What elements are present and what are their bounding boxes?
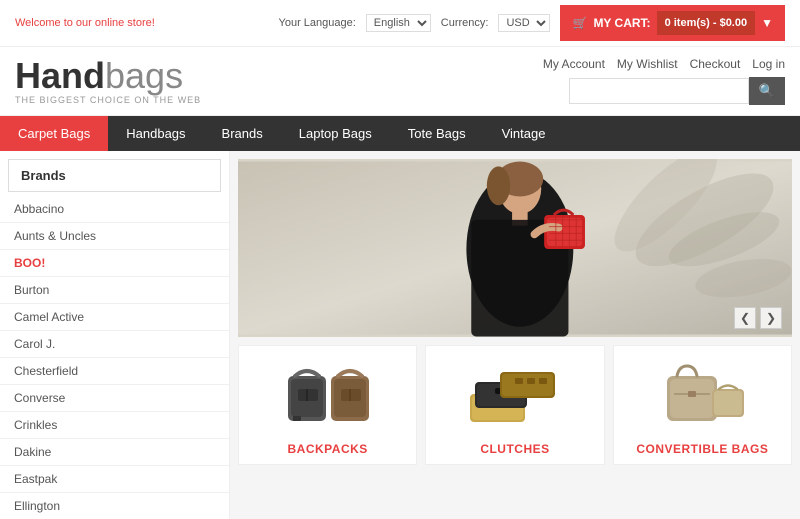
search-button[interactable]: 🔍: [749, 77, 785, 105]
search-input[interactable]: [569, 78, 749, 104]
my-wishlist-link[interactable]: My Wishlist: [617, 57, 678, 71]
cart-button[interactable]: 🛒 MY CART: 0 item(s) - $0.00 ▼: [560, 5, 785, 41]
login-link[interactable]: Log in: [752, 57, 785, 71]
banner-prev-arrow[interactable]: ❮: [734, 307, 756, 329]
sidebar-item-ellington[interactable]: Ellington: [0, 493, 229, 519]
banner-next-arrow[interactable]: ❯: [760, 307, 782, 329]
nav-item-carpet-bags[interactable]: Carpet Bags: [0, 116, 108, 151]
cart-items-count: 0 item(s) - $0.00: [657, 11, 756, 35]
top-bar: Welcome to our online store! Your Langua…: [0, 0, 800, 47]
product-card-clutches[interactable]: CLUTCHES: [425, 345, 604, 465]
cart-label: MY CART:: [593, 16, 650, 30]
checkout-link[interactable]: Checkout: [690, 57, 741, 71]
sidebar-item-eastpak[interactable]: Eastpak: [0, 466, 229, 493]
nav-item-brands[interactable]: Brands: [204, 116, 281, 151]
sidebar-item-chesterfield[interactable]: Chesterfield: [0, 358, 229, 385]
nav-item-vintage[interactable]: Vintage: [484, 116, 564, 151]
sidebar-title: Brands: [8, 159, 221, 192]
main-content: Brands Abbacino Aunts & Uncles BOO! Burt…: [0, 151, 800, 519]
header-links: My Account My Wishlist Checkout Log in: [543, 57, 785, 71]
cart-icon: 🛒: [572, 16, 587, 30]
logo-tagline: THE BIGGEST CHOICE ON THE WEB: [15, 96, 201, 105]
product-grid: BACKPACKS: [238, 345, 792, 465]
logo-bags: bags: [105, 55, 183, 96]
sidebar-item-crinkles[interactable]: Crinkles: [0, 412, 229, 439]
welcome-text: Welcome to our online store!: [15, 17, 155, 29]
search-bar: 🔍: [569, 77, 785, 105]
product-card-convertible[interactable]: CONVERTIBLE BAGS: [613, 345, 792, 465]
banner-arrows: ❮ ❯: [734, 307, 782, 329]
sidebar-item-carol[interactable]: Carol J.: [0, 331, 229, 358]
main-nav: Carpet Bags Handbags Brands Laptop Bags …: [0, 116, 800, 151]
sidebar-item-dakine[interactable]: Dakine: [0, 439, 229, 466]
language-select[interactable]: English: [366, 14, 431, 32]
clutches-image: [434, 356, 595, 436]
logo: Handbags THE BIGGEST CHOICE ON THE WEB: [15, 58, 201, 105]
convertible-label: CONVERTIBLE BAGS: [636, 442, 768, 456]
logo-hand: Hand: [15, 55, 105, 96]
currency-select[interactable]: USD: [498, 14, 550, 32]
header: Handbags THE BIGGEST CHOICE ON THE WEB M…: [0, 47, 800, 116]
currency-label: Currency:: [441, 17, 489, 29]
sidebar-item-converse[interactable]: Converse: [0, 385, 229, 412]
banner-image: [238, 159, 792, 337]
backpacks-image: [247, 356, 408, 436]
top-bar-right: Your Language: English Currency: USD 🛒 M…: [279, 5, 785, 41]
right-panel: ❮ ❯: [230, 151, 800, 519]
nav-item-tote-bags[interactable]: Tote Bags: [390, 116, 484, 151]
backpacks-label: BACKPACKS: [288, 442, 368, 456]
logo-text: Handbags: [15, 58, 201, 94]
sidebar-item-burton[interactable]: Burton: [0, 277, 229, 304]
my-account-link[interactable]: My Account: [543, 57, 605, 71]
nav-item-laptop-bags[interactable]: Laptop Bags: [281, 116, 390, 151]
sidebar-item-camel[interactable]: Camel Active: [0, 304, 229, 331]
sidebar: Brands Abbacino Aunts & Uncles BOO! Burt…: [0, 151, 230, 519]
nav-item-handbags[interactable]: Handbags: [108, 116, 203, 151]
language-label: Your Language:: [279, 17, 356, 29]
header-right: My Account My Wishlist Checkout Log in 🔍: [543, 57, 785, 105]
product-card-backpacks[interactable]: BACKPACKS: [238, 345, 417, 465]
hero-banner: ❮ ❯: [238, 159, 792, 337]
clutches-label: CLUTCHES: [480, 442, 549, 456]
sidebar-item-abbacino[interactable]: Abbacino: [0, 196, 229, 223]
sidebar-item-aunts[interactable]: Aunts & Uncles: [0, 223, 229, 250]
convertible-image: [622, 356, 783, 436]
sidebar-item-boo[interactable]: BOO!: [0, 250, 229, 277]
cart-dropdown-arrow: ▼: [761, 16, 773, 30]
